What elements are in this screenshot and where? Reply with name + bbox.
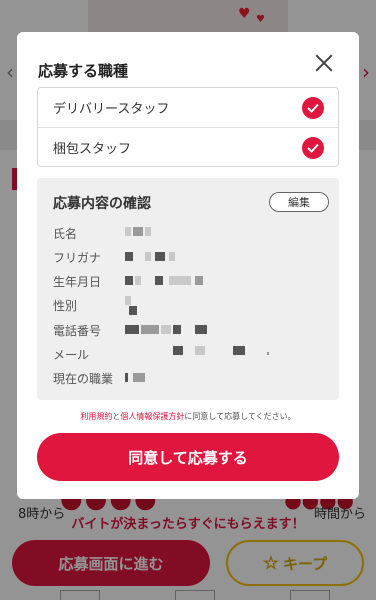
job-type-list: デリバリースタッフ 梱包スタッフ [37,87,339,167]
job-type-label: デリバリースタッフ [53,102,170,117]
application-modal: 応募する職種 デリバリースタッフ 梱包スタッフ 応募内容の確認 編集 氏名 フリ… [17,32,359,499]
job-type-label: 梱包スタッフ [53,141,132,157]
birthdate-label: 生年月日 [53,275,102,289]
terms-suffix: に同意して応募してください。 [184,412,296,421]
checkmark-icon[interactable] [302,137,324,159]
application-confirmation: 応募内容の確認 編集 氏名 フリガナ 生年月日 性別 電話番号 メール 現在の職… [37,178,339,400]
agree-and-apply-button[interactable]: 同意して応募する [37,433,339,481]
occupation-label: 現在の職業 [53,372,114,386]
phone-label: 電話番号 [53,324,102,338]
job-type-item[interactable]: 梱包スタッフ [38,127,338,166]
terms-consent-text: 利用規約と個人情報保護方針に同意して応募してください。 [17,411,359,422]
terms-of-service-link[interactable]: 利用規約 [80,412,112,421]
furigana-label: フリガナ [53,251,102,265]
name-label: 氏名 [53,227,78,241]
checkmark-icon[interactable] [302,97,324,119]
email-label: メール [53,348,90,362]
privacy-policy-link[interactable]: 個人情報保護方針 [120,412,184,421]
edit-button[interactable]: 編集 [269,192,329,212]
job-types-title: 応募する職種 [38,62,129,80]
gender-label: 性別 [53,299,78,313]
confirmation-title: 応募内容の確認 [53,196,151,212]
close-icon[interactable] [313,52,335,74]
job-type-item[interactable]: デリバリースタッフ [38,88,338,127]
